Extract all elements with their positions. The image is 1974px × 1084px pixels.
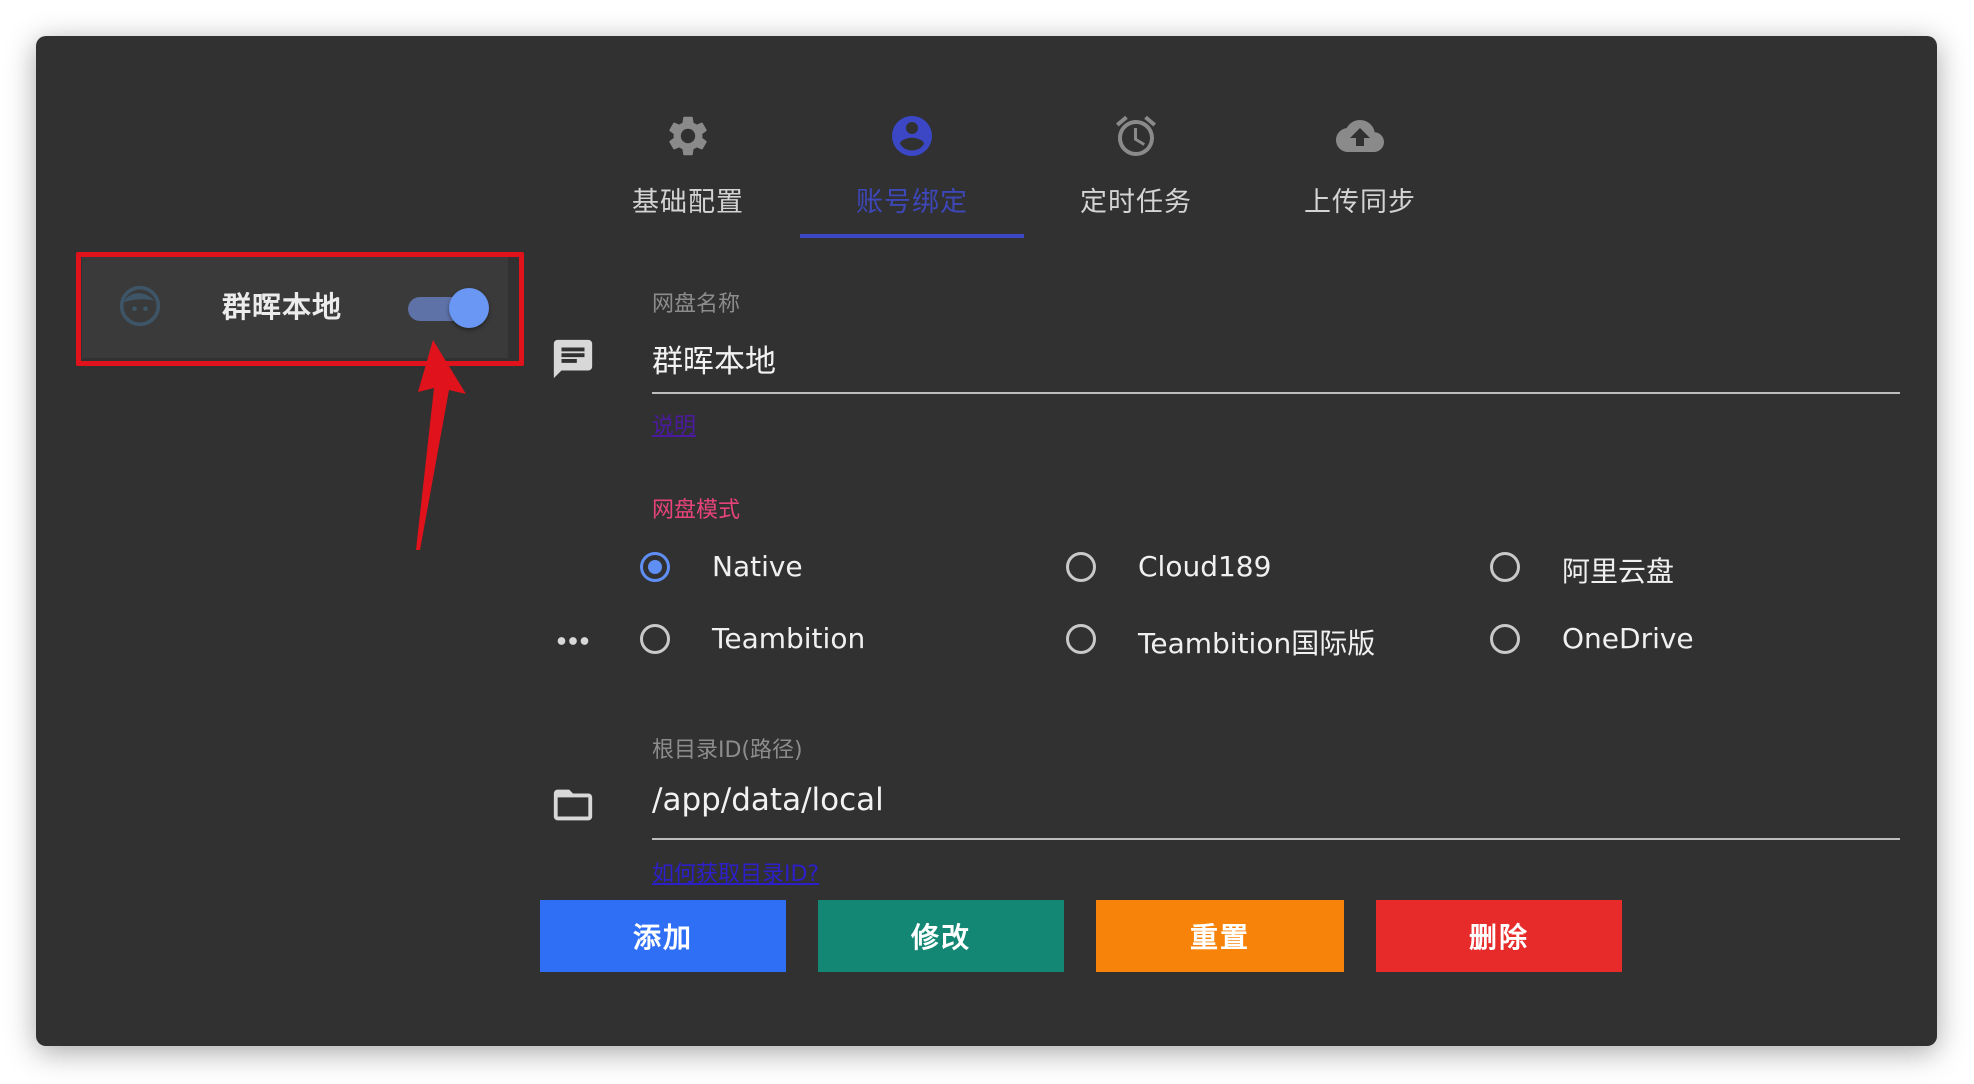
tab-scheduled-tasks[interactable]: 定时任务 bbox=[1024, 70, 1248, 240]
root-dir-underline bbox=[652, 838, 1900, 840]
radio-circle bbox=[1066, 624, 1096, 654]
settings-panel: 基础配置 账号绑定 定时任务 上传同步 群晖本地 网盘名称 群晖本地 说明 网盘… bbox=[36, 36, 1937, 1046]
reset-button[interactable]: 重置 bbox=[1096, 900, 1344, 972]
radio-circle bbox=[640, 552, 670, 582]
sidebar-item-label: 群晖本地 bbox=[222, 290, 343, 324]
how-to-get-dir-id-link[interactable]: 如何获取目录ID? bbox=[652, 856, 819, 888]
tab-label: 定时任务 bbox=[1080, 187, 1192, 218]
add-button[interactable]: 添加 bbox=[540, 900, 786, 972]
radio-label: Native bbox=[712, 550, 803, 583]
tab-label: 上传同步 bbox=[1304, 187, 1416, 218]
tab-label: 账号绑定 bbox=[856, 187, 968, 218]
radio-circle bbox=[640, 624, 670, 654]
description-link[interactable]: 说明 bbox=[652, 408, 696, 440]
radio-label: Teambition国际版 bbox=[1138, 627, 1376, 660]
drive-name-underline bbox=[652, 392, 1900, 394]
gear-icon bbox=[669, 116, 707, 156]
cloud-upload-icon bbox=[1336, 120, 1384, 152]
toggle-knob bbox=[449, 288, 489, 328]
root-dir-input[interactable]: /app/data/local bbox=[652, 782, 884, 818]
tab-label: 基础配置 bbox=[632, 187, 744, 218]
more-horiz-icon bbox=[557, 637, 589, 645]
radio-circle bbox=[1490, 552, 1520, 582]
tab-account-binding[interactable]: 账号绑定 bbox=[800, 70, 1024, 240]
comment-icon bbox=[553, 339, 593, 379]
drive-name-label: 网盘名称 bbox=[652, 292, 741, 317]
folder-icon bbox=[553, 789, 593, 821]
radio-label: Cloud189 bbox=[1138, 550, 1272, 583]
radio-circle bbox=[1490, 624, 1520, 654]
alarm-icon bbox=[1116, 115, 1156, 156]
modify-button[interactable]: 修改 bbox=[818, 900, 1064, 972]
active-tab-indicator bbox=[800, 234, 1024, 238]
drive-name-input[interactable]: 群晖本地 bbox=[652, 336, 776, 381]
enable-toggle[interactable] bbox=[404, 288, 490, 328]
tab-basic-config[interactable]: 基础配置 bbox=[576, 70, 800, 240]
tab-upload-sync[interactable]: 上传同步 bbox=[1248, 70, 1472, 240]
drive-mode-label: 网盘模式 bbox=[652, 498, 741, 523]
root-dir-label: 根目录ID(路径) bbox=[652, 738, 803, 763]
delete-button[interactable]: 删除 bbox=[1376, 900, 1622, 972]
radio-label: Teambition bbox=[712, 622, 866, 655]
account-circle-icon bbox=[892, 116, 932, 156]
annotation-arrow-icon bbox=[416, 340, 466, 550]
radio-label: OneDrive bbox=[1562, 622, 1694, 655]
face-icon bbox=[119, 285, 161, 327]
radio-circle bbox=[1066, 552, 1096, 582]
radio-label: 阿里云盘 bbox=[1562, 555, 1675, 588]
